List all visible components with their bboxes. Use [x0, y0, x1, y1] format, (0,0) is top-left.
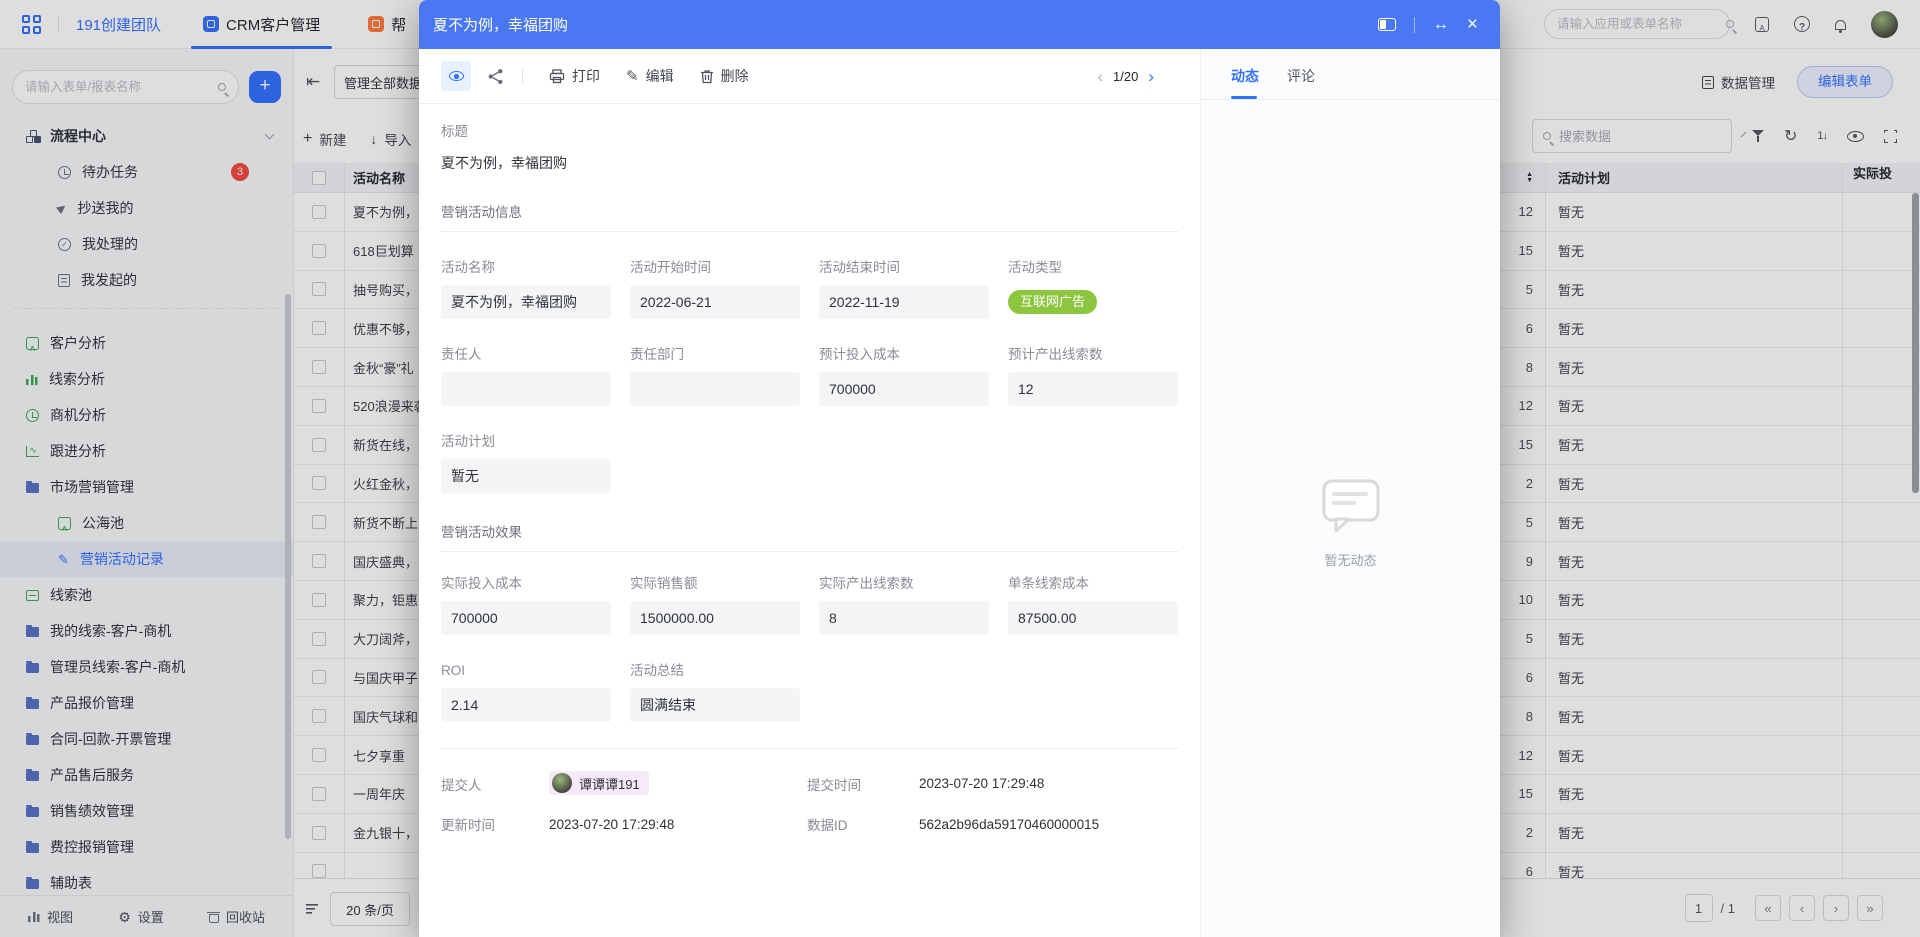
delete-button[interactable]: 删除	[700, 66, 749, 86]
field-expected-leads: 预计产出线索数 12	[1008, 345, 1178, 406]
submit-time-value: 2023-07-20 17:29:48	[919, 776, 1178, 791]
empty-text: 暂无动态	[1201, 550, 1500, 569]
record-meta: 提交人 谭谭谭191 提交时间 2023-07-20 17:29:48 更新时间…	[441, 771, 1178, 834]
divider	[522, 68, 523, 84]
share-button[interactable]	[487, 68, 504, 85]
activity-panel: 动态 评论 暂无动态	[1200, 49, 1500, 937]
tab-comments[interactable]: 评论	[1287, 66, 1315, 99]
modal-title: 夏不为例，幸福团购	[433, 14, 568, 35]
title-value: 夏不为例，幸福团购	[441, 153, 1178, 173]
edit-button[interactable]: ✎ 编辑	[626, 66, 674, 86]
print-button[interactable]: 打印	[549, 66, 600, 86]
section-activity-info: 营销活动信息	[441, 203, 1178, 232]
record-detail-modal: 夏不为例，幸福团购 ↔ × 打印	[419, 0, 1500, 937]
prev-record-button[interactable]: ‹	[1097, 67, 1103, 87]
field-end-time: 活动结束时间 2022-11-19	[819, 258, 989, 319]
expand-horizontal-icon[interactable]: ↔	[1433, 17, 1449, 33]
field-actual-cost: 实际投入成本 700000	[441, 574, 611, 635]
title-label: 标题	[441, 122, 1178, 141]
type-badge: 互联网广告	[1008, 290, 1097, 314]
field-owner: 责任人	[441, 345, 611, 406]
field-activity-plan: 活动计划 暂无	[441, 432, 611, 493]
field-actual-leads: 实际产出线索数 8	[819, 574, 989, 635]
field-activity-name: 活动名称 夏不为例，幸福团购	[441, 258, 611, 319]
pencil-icon: ✎	[626, 67, 639, 85]
data-id-value: 562a2b96da59170460000015	[919, 817, 1178, 832]
toggle-panel-icon[interactable]	[1378, 18, 1396, 31]
submitter-label: 提交人	[441, 774, 549, 794]
update-time-value: 2023-07-20 17:29:48	[549, 817, 807, 832]
record-pager: 1/20	[1113, 69, 1138, 84]
speech-bubble-icon	[1319, 477, 1383, 535]
printer-icon	[549, 69, 565, 84]
empty-state: 暂无动态	[1201, 477, 1500, 569]
modal-toolbar: 打印 ✎ 编辑 删除 ‹ 1/20 ›	[419, 49, 1200, 104]
divider	[1414, 17, 1415, 33]
divider	[441, 748, 1178, 749]
field-start-time: 活动开始时间 2022-06-21	[630, 258, 800, 319]
record-form: 标题 夏不为例，幸福团购 营销活动信息 活动名称 夏不为例，幸福团购 活动开始时…	[419, 104, 1200, 722]
field-cost-per-lead: 单条线索成本 87500.00	[1008, 574, 1178, 635]
field-activity-type: 活动类型 互联网广告	[1008, 258, 1178, 319]
screen: 191创建团队 CRM客户管理 帮 +	[0, 0, 1920, 937]
submit-time-label: 提交时间	[807, 774, 919, 794]
tab-activity-feed[interactable]: 动态	[1231, 66, 1259, 99]
preview-eye-button[interactable]	[441, 61, 471, 91]
modal-header: 夏不为例，幸福团购 ↔ ×	[419, 0, 1500, 49]
field-roi: ROI 2.14	[441, 661, 611, 722]
field-expected-cost: 预计投入成本 700000	[819, 345, 989, 406]
data-id-label: 数据ID	[807, 814, 919, 834]
section-activity-effect: 营销活动效果	[441, 523, 1178, 552]
field-actual-sales: 实际销售额 1500000.00	[630, 574, 800, 635]
modal-detail-pane: 打印 ✎ 编辑 删除 ‹ 1/20 ›	[419, 49, 1200, 937]
submitter-tag[interactable]: 谭谭谭191	[549, 771, 649, 795]
trash-icon	[700, 69, 714, 84]
field-summary: 活动总结 圆满结束	[630, 661, 800, 722]
field-department: 责任部门	[630, 345, 800, 406]
submitter-avatar	[552, 773, 572, 793]
close-icon[interactable]: ×	[1467, 15, 1478, 34]
next-record-button[interactable]: ›	[1148, 67, 1154, 87]
update-time-label: 更新时间	[441, 814, 549, 834]
